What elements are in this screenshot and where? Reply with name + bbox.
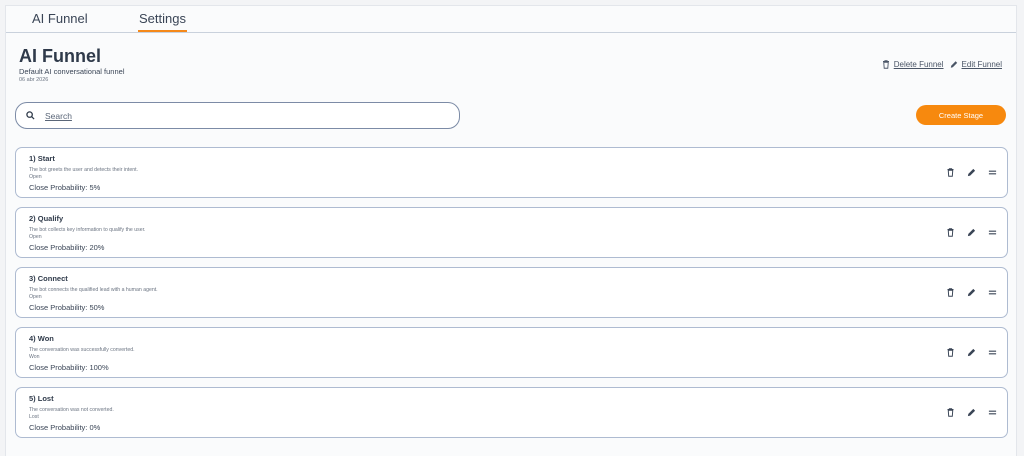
tab-bar: AI Funnel Settings [6, 6, 1016, 33]
pencil-icon [950, 61, 957, 68]
edit-stage-button[interactable] [966, 407, 976, 417]
pencil-icon [967, 408, 975, 416]
stage-description: The bot connects the qualified lead with… [29, 287, 158, 293]
stage-status: Open [29, 174, 42, 180]
create-stage-button[interactable]: Create Stage [916, 105, 1006, 125]
stage-card: 4) Won The conversation was successfully… [15, 327, 1008, 378]
stage-description: The conversation was successfully conver… [29, 347, 135, 353]
page-subtitle: Default AI conversational funnel [19, 67, 125, 76]
stage-status: Open [29, 294, 42, 300]
drag-handle-icon [988, 350, 996, 354]
drag-handle[interactable] [987, 287, 997, 297]
edit-funnel-button[interactable]: Edit Funnel [950, 60, 1002, 69]
stage-probability: Close Probability: 100% [29, 363, 109, 372]
funnel-actions: Delete Funnel Edit Funnel [882, 60, 1002, 69]
stage-card: 5) Lost The conversation was not convert… [15, 387, 1008, 438]
app-frame: AI Funnel Settings AI Funnel Default AI … [5, 5, 1017, 456]
delete-funnel-button[interactable]: Delete Funnel [882, 60, 944, 69]
page-date: 06 abr 2026 [19, 77, 49, 83]
trash-icon [947, 407, 953, 417]
search-icon [26, 111, 35, 120]
stage-description: The bot greets the user and detects thei… [29, 167, 139, 173]
trash-icon [882, 60, 889, 69]
stage-status: Won [29, 354, 40, 360]
pencil-icon [967, 288, 975, 296]
trash-icon [947, 287, 953, 297]
delete-stage-button[interactable] [945, 167, 955, 177]
stage-description: The conversation was not converted. [29, 407, 114, 413]
drag-handle-icon [988, 170, 996, 174]
drag-handle-icon [988, 410, 996, 414]
page-title: AI Funnel [19, 46, 101, 66]
delete-stage-button[interactable] [945, 407, 955, 417]
edit-funnel-label: Edit Funnel [961, 60, 1002, 69]
stage-probability: Close Probability: 5% [29, 183, 101, 192]
trash-icon [947, 167, 953, 177]
pencil-icon [967, 228, 975, 236]
search-input[interactable]: Search [45, 111, 72, 121]
stage-probability: Close Probability: 50% [29, 303, 105, 312]
delete-stage-button[interactable] [945, 287, 955, 297]
edit-stage-button[interactable] [966, 227, 976, 237]
delete-stage-button[interactable] [945, 227, 955, 237]
edit-stage-button[interactable] [966, 167, 976, 177]
edit-stage-button[interactable] [966, 347, 976, 357]
stage-name: 2) Qualify [29, 214, 64, 223]
search-field[interactable]: Search [15, 102, 460, 129]
drag-handle[interactable] [987, 407, 997, 417]
stage-probability: Close Probability: 20% [29, 243, 105, 252]
trash-icon [947, 347, 953, 357]
drag-handle[interactable] [987, 227, 997, 237]
stage-name: 4) Won [29, 334, 54, 343]
stage-name: 3) Connect [29, 274, 68, 283]
delete-stage-button[interactable] [945, 347, 955, 357]
pencil-icon [967, 168, 975, 176]
stage-status: Lost [29, 414, 39, 420]
tab-ai-funnel[interactable]: AI Funnel [32, 11, 88, 26]
stage-probability: Close Probability: 0% [29, 423, 101, 432]
stage-description: The bot collects key information to qual… [29, 227, 146, 233]
stage-card: 1) Start The bot greets the user and det… [15, 147, 1008, 198]
trash-icon [947, 227, 953, 237]
pencil-icon [967, 348, 975, 356]
stage-card: 2) Qualify The bot collects key informat… [15, 207, 1008, 258]
stage-name: 5) Lost [29, 394, 54, 403]
stage-name: 1) Start [29, 154, 55, 163]
drag-handle[interactable] [987, 347, 997, 357]
stage-card: 3) Connect The bot connects the qualifie… [15, 267, 1008, 318]
drag-handle[interactable] [987, 167, 997, 177]
delete-funnel-label: Delete Funnel [893, 60, 944, 69]
edit-stage-button[interactable] [966, 287, 976, 297]
tab-settings[interactable]: Settings [138, 11, 187, 32]
drag-handle-icon [988, 230, 996, 234]
drag-handle-icon [988, 290, 996, 294]
stage-status: Open [29, 234, 42, 240]
